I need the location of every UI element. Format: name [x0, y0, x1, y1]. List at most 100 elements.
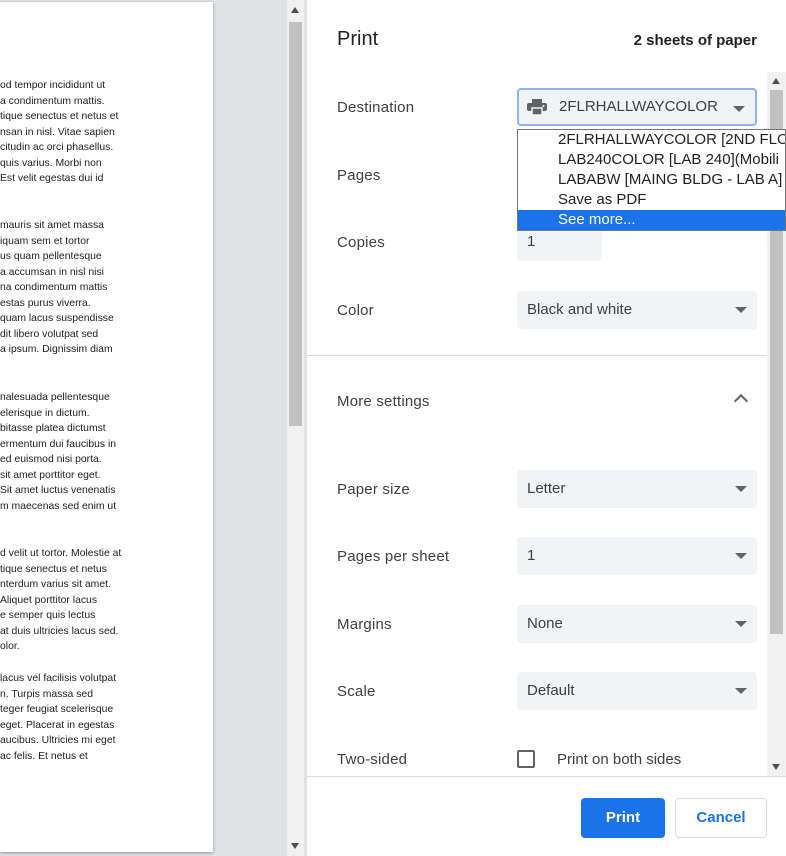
preview-line: ermentum dui faucibus in: [0, 438, 117, 450]
color-row: Color Black and white: [307, 291, 767, 331]
preview-line: ac felis. Et netus et: [0, 750, 88, 762]
preview-line: a accumsan in nisl nisi: [0, 266, 104, 278]
preview-line: nalesuada pellentesque: [0, 392, 110, 403]
preview-scrollbar-thumb[interactable]: [289, 22, 302, 426]
chevron-down-icon: [735, 486, 747, 492]
color-select[interactable]: Black and white: [517, 291, 757, 329]
preview-line: sit amet porttitor eget.: [0, 469, 101, 481]
pages-label: Pages: [337, 167, 381, 184]
paper-size-row: Paper size Letter: [307, 470, 767, 510]
chevron-down-icon: [735, 621, 747, 627]
dropdown-option[interactable]: LABABW [MAING BLDG - LAB A]: [518, 170, 785, 190]
preview-line: od tempor incididunt ut: [0, 80, 106, 91]
destination-value: 2FLRHALLWAYCOLOR: [559, 98, 718, 115]
preview-line: Est velit egestas dui id: [0, 173, 104, 184]
preview-line: nsan in nisl. Vitae sapien: [0, 126, 115, 138]
preview-line: elerisque in dictum.: [0, 407, 90, 419]
preview-line: mauris sit amet massa: [0, 220, 104, 231]
two-sided-row: Two-sided Print on both sides: [307, 744, 767, 776]
preview-paragraph-4: d velit ut tortor. Molestie at tique sen…: [0, 546, 213, 655]
preview-line: m maecenas sed enim ut: [0, 500, 117, 512]
print-preview: od tempor incididunt ut a condimentum ma…: [0, 0, 287, 856]
scale-label: Scale: [337, 683, 376, 700]
preview-line: citudin ac orci phasellus.: [0, 142, 114, 153]
dropdown-option[interactable]: 2FLRHALLWAYCOLOR [2ND FLO: [518, 130, 785, 150]
preview-line: a condimentum mattis.: [0, 95, 105, 107]
preview-line: eget. Placerat in egestas: [0, 719, 115, 731]
two-sided-checkbox-label[interactable]: Print on both sides: [557, 751, 681, 768]
preview-paragraph-3: nalesuada pellentesque elerisque in dict…: [0, 390, 213, 514]
preview-line: ed euismod nisi porta.: [0, 454, 102, 465]
preview-line: bitasse platea dictumst: [0, 423, 106, 434]
margins-value: None: [527, 615, 563, 632]
scale-row: Scale Default: [307, 672, 767, 712]
preview-line: estas purus viverra.: [0, 297, 91, 309]
preview-line: nterdum varius sit amet.: [0, 579, 111, 590]
scale-select[interactable]: Default: [517, 672, 757, 710]
preview-page: od tempor incididunt ut a condimentum ma…: [0, 2, 213, 852]
preview-line: iquam sem et tortor: [0, 235, 90, 247]
two-sided-label: Two-sided: [337, 751, 408, 768]
pages-per-sheet-select[interactable]: 1: [517, 537, 757, 575]
dropdown-option[interactable]: LAB240COLOR [LAB 240](Mobili: [518, 150, 785, 170]
chevron-down-icon: [733, 106, 745, 112]
margins-select[interactable]: None: [517, 605, 757, 643]
preview-scrollbar[interactable]: [287, 0, 304, 856]
preview-line: at duis ultricies lacus sed.: [0, 625, 119, 637]
preview-line: dit libero volutpat sed: [0, 328, 99, 340]
chevron-down-icon: [735, 553, 747, 559]
paper-size-label: Paper size: [337, 481, 410, 498]
preview-line: us quam pellentesque: [0, 251, 102, 262]
preview-line: aucibus. Ultricies mi eget: [0, 735, 116, 746]
preview-line: e semper quis lectus: [0, 610, 96, 621]
printer-icon: [527, 99, 547, 115]
scroll-up-arrow-icon[interactable]: [772, 78, 780, 84]
dropdown-option-see-more[interactable]: See more...: [518, 210, 785, 230]
pages-per-sheet-row: Pages per sheet 1: [307, 537, 767, 577]
preview-line: Sit amet luctus venenatis: [0, 485, 116, 496]
dialog-footer: Print Cancel: [307, 776, 786, 856]
preview-paragraph-1: od tempor incididunt ut a condimentum ma…: [0, 78, 213, 187]
preview-line: a ipsum. Dignissim diam: [0, 344, 113, 355]
preview-paragraph-2: mauris sit amet massa iquam sem et torto…: [0, 218, 213, 358]
scroll-up-arrow-icon[interactable]: [291, 7, 299, 13]
more-settings-label: More settings: [337, 393, 430, 410]
scale-value: Default: [527, 682, 575, 699]
paper-size-select[interactable]: Letter: [517, 470, 757, 508]
preview-line: d velit ut tortor. Molestie at: [0, 548, 122, 559]
preview-line: olor.: [0, 641, 20, 652]
pages-per-sheet-label: Pages per sheet: [337, 548, 450, 565]
section-divider: [307, 355, 767, 356]
preview-line: tique senectus et netus et: [0, 111, 119, 122]
preview-line: n. Turpis massa sed: [0, 688, 93, 700]
scroll-down-arrow-icon[interactable]: [291, 843, 299, 849]
copies-value: 1: [527, 233, 536, 250]
chevron-down-icon: [735, 307, 747, 313]
print-button[interactable]: Print: [581, 798, 665, 838]
more-settings-toggle[interactable]: More settings: [307, 382, 767, 422]
color-label: Color: [337, 302, 374, 319]
copies-label: Copies: [337, 234, 385, 251]
preview-line: quis varius. Morbi non: [0, 157, 102, 169]
destination-select[interactable]: 2FLRHALLWAYCOLOR: [517, 88, 757, 126]
dialog-title: Print: [337, 28, 379, 50]
preview-line: tique senectus et netus: [0, 563, 107, 575]
preview-line: lacus vel facilisis volutpat: [0, 673, 117, 684]
dropdown-option[interactable]: Save as PDF: [518, 190, 785, 210]
destination-dropdown-list: 2FLRHALLWAYCOLOR [2ND FLO LAB240COLOR [L…: [517, 129, 786, 231]
preview-paragraph-5: lacus vel facilisis volutpat n. Turpis m…: [0, 671, 213, 764]
preview-line: quam lacus suspendisse: [0, 313, 114, 324]
chevron-up-icon[interactable]: [733, 393, 749, 409]
sidebar-header: Print 2 sheets of paper: [337, 28, 757, 52]
two-sided-checkbox[interactable]: [517, 750, 535, 768]
preview-line: Aliquet porttitor lacus: [0, 594, 98, 606]
cancel-button[interactable]: Cancel: [675, 798, 767, 838]
destination-label: Destination: [337, 99, 415, 116]
margins-row: Margins None: [307, 605, 767, 645]
margins-label: Margins: [337, 616, 392, 633]
preview-line: na condimentum mattis: [0, 282, 108, 293]
chevron-down-icon: [735, 688, 747, 694]
scroll-down-arrow-icon[interactable]: [772, 764, 780, 770]
sheet-count: 2 sheets of paper: [633, 32, 757, 49]
color-value: Black and white: [527, 301, 633, 318]
